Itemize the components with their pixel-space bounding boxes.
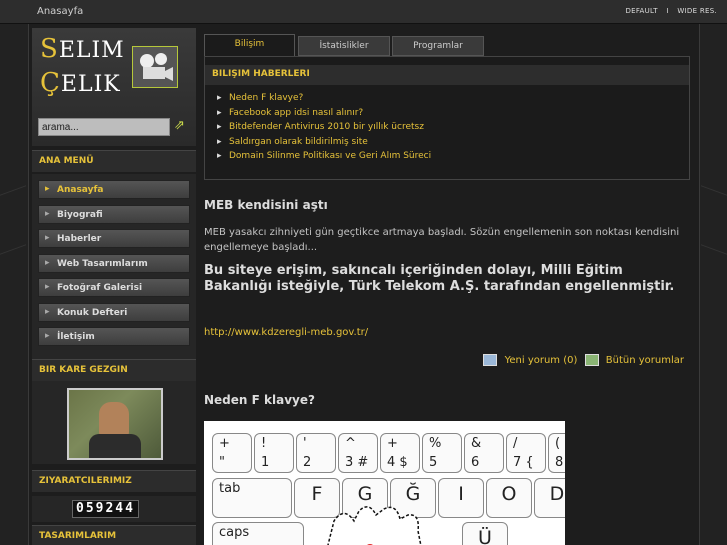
left-decoration [0,185,26,255]
keyboard-key: /7 { [506,433,546,473]
keyboard-key: +4 $ [380,433,420,473]
person-face [99,402,129,438]
post-body: MEB yasakcı zihniyeti gün geçtikce artma… [204,227,680,253]
keyboard-key-caps: caps [212,522,304,545]
visitor-counter: 059244 [72,500,139,518]
comment-links: Yeni yorum (0) Bütün yorumlar [479,354,684,366]
separator: I [666,7,669,15]
visitors-heading: ZIYARATCILERIMIZ [32,470,196,492]
news-heading: BILIŞIM HABERLERI [205,65,689,85]
menu-item-biyografi[interactable]: Biyografi [38,205,190,224]
menu-item-fotograf-galerisi[interactable]: Fotoğraf Galerisi [38,278,190,297]
post-blocked-notice: Bu siteye erişim, sakıncalı içeriğinden … [204,263,675,294]
right-decoration [701,185,727,255]
menu-item-anasayfa[interactable]: Anasayfa [38,180,190,199]
main-menu-heading: ANA MENÜ [32,150,196,172]
new-comment-link[interactable]: Yeni yorum (0) [505,355,578,366]
news-item[interactable]: Saldırgan olarak bildirilmiş site [217,137,431,152]
keyboard-image: + " ! 1 ' 2 ^ 3 # +4 $ % 5 & 6 /7 { (8 tab F G… [204,421,565,545]
default-layout-link[interactable]: DEFAULT [625,7,657,15]
keyboard-key: ^ 3 # [338,433,378,473]
layout-links: DEFAULT I WIDE RES. [619,7,717,15]
tab-istatistikler[interactable]: İstatislikler [298,36,390,56]
logo-line-1: SELIM [40,34,125,64]
keyboard-key: % 5 [422,433,462,473]
post-title[interactable]: MEB kendisini aştı [204,198,328,212]
tab-bar: Bilişim İstatislikler Programlar [204,34,690,56]
main-content: Bilişim İstatislikler Programlar BILIŞIM… [204,34,690,545]
post-link[interactable]: http://www.kdzeregli-meb.gov.tr/ [204,327,368,338]
keyboard-key: + " [212,433,252,473]
search-go-icon[interactable]: ⇗ [174,118,185,133]
search-input[interactable] [38,118,170,136]
keyboard-key: & 6 [464,433,504,473]
news-item[interactable]: Bitdefender Antivirus 2010 bir yıllık üc… [217,122,431,137]
comments-list-icon [584,354,599,366]
top-bar: Anasayfa DEFAULT I WIDE RES. [0,0,727,24]
menu-item-web-tasarimlarim[interactable]: Web Tasarımlarım [38,254,190,273]
tab-bilisim[interactable]: Bilişim [204,34,295,56]
tab-programlar[interactable]: Programlar [392,36,484,56]
photo-heading: BIR KARE GEZGIN [32,359,196,381]
keyboard-key: (8 [548,433,565,473]
profile-photo[interactable] [67,388,163,460]
keyboard-key: ! 1 [254,433,294,473]
menu-item-iletisim[interactable]: İletişim [38,327,190,346]
breadcrumb[interactable]: Anasayfa [37,6,83,17]
keyboard-key: D [534,478,565,518]
news-item[interactable]: Facebook app idsi nasıl alınır? [217,108,431,123]
menu-item-konuk-defteri[interactable]: Konuk Defteri [38,303,190,322]
post-title[interactable]: Neden F klavye? [204,393,315,407]
news-item[interactable]: Neden F klavye? [217,93,431,108]
comment-icon [483,354,498,366]
designs-heading: TASARIMLARIM [32,525,196,545]
sidebar: SELIM ÇELIK ⇗ ANA MENÜ Anasayfa Biyograf… [32,28,196,545]
news-item[interactable]: Domain Silinme Politikası ve Geri Alım S… [217,151,431,166]
photo-section [32,382,196,464]
person-shirt [89,434,141,458]
keyboard-key: Ü [462,522,508,545]
keyboard-key-tab: tab [212,478,292,518]
keyboard-key: O [486,478,532,518]
keyboard-key: ' 2 [296,433,336,473]
film-camera-icon [132,46,178,88]
logo-line-2: ÇELIK [40,68,121,98]
hand-sketch-icon [327,506,422,545]
visitor-counter-box: 059244 [32,496,196,522]
news-panel: BILIŞIM HABERLERI Neden F klavye? Facebo… [204,56,690,180]
site-logo[interactable]: SELIM ÇELIK ⇗ [32,28,196,146]
menu-item-haberler[interactable]: Haberler [38,229,190,248]
all-comments-link[interactable]: Bütün yorumlar [606,355,684,366]
main-menu: Anasayfa Biyografi Haberler Web Tasarıml… [32,174,196,384]
news-list: Neden F klavye? Facebook app idsi nasıl … [217,93,431,166]
wide-layout-link[interactable]: WIDE RES. [677,7,717,15]
